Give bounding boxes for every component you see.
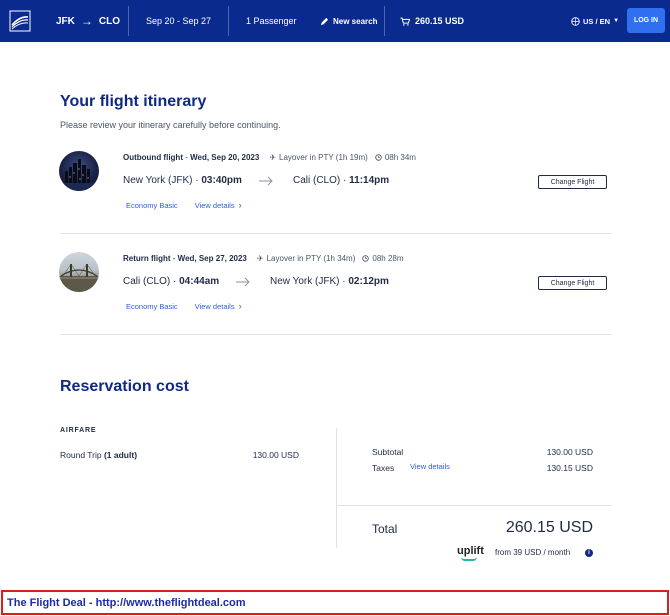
top-navigation-bar: JFK → CLO Sep 20 - Sep 27 1 Passenger Ne… xyxy=(0,0,670,42)
chevron-down-icon: ▼ xyxy=(613,18,620,24)
view-details-link[interactable]: View details › xyxy=(195,200,242,210)
header-divider xyxy=(228,6,229,36)
change-outbound-flight-button[interactable]: Change Flight xyxy=(538,175,607,189)
destination-code: CLO xyxy=(98,15,121,27)
arrow-right-icon xyxy=(259,176,273,186)
airfare-section-label: AIRFARE xyxy=(60,427,97,434)
duration-info: 08h 28m xyxy=(362,254,404,263)
taxes-view-details-link[interactable]: View details xyxy=(410,462,450,471)
flight-deal-banner: The Flight Deal - http://www.theflightde… xyxy=(1,590,669,615)
route-summary[interactable]: JFK → CLO xyxy=(56,0,120,42)
leg-divider xyxy=(60,233,612,234)
return-arrival: New York (JFK) · 02:12pm xyxy=(270,276,389,287)
chevron-right-icon: › xyxy=(238,200,242,210)
itinerary-title: Your flight itinerary xyxy=(60,93,207,110)
leg-date: Wed, Sep 20, 2023 xyxy=(190,153,260,162)
origin-code: JFK xyxy=(56,15,75,27)
reservation-cost-title: Reservation cost xyxy=(60,378,189,395)
outbound-leg-header: Outbound flight - Wed, Sep 20, 2023 ✈ La… xyxy=(123,153,416,162)
cart-icon xyxy=(400,17,410,26)
airline-logo-icon[interactable] xyxy=(9,10,31,32)
total-label: Total xyxy=(372,522,398,536)
plane-icon: ✈ xyxy=(256,254,264,263)
login-button[interactable]: LOG IN xyxy=(627,8,665,33)
header-divider xyxy=(384,6,385,36)
uplift-logo[interactable]: uplift xyxy=(457,545,484,561)
arrow-right-icon xyxy=(236,277,250,287)
cost-column-divider xyxy=(336,428,337,548)
round-trip-label: Round Trip (1 adult) xyxy=(60,450,138,460)
itinerary-subtitle: Please review your itinerary carefully b… xyxy=(60,120,281,130)
leg-date: Wed, Sep 27, 2023 xyxy=(177,254,247,263)
round-trip-price: 130.00 USD xyxy=(252,450,299,460)
cali-bridge-photo xyxy=(59,252,99,292)
outbound-arrival: Cali (CLO) · 11:14pm xyxy=(293,175,390,186)
locale-label: US / EN xyxy=(583,16,611,26)
total-value: 260.15 USD xyxy=(505,519,593,536)
fare-class-link[interactable]: Economy Basic xyxy=(126,201,178,210)
header-divider xyxy=(128,6,129,36)
cart-total[interactable]: 260.15 USD xyxy=(400,0,464,42)
outbound-links: Economy Basic View details › xyxy=(126,200,242,210)
clock-icon xyxy=(362,255,370,262)
fare-class-link[interactable]: Economy Basic xyxy=(126,302,178,311)
passenger-count[interactable]: 1 Passenger xyxy=(246,0,297,42)
subtotal-value: 130.00 USD xyxy=(546,447,593,457)
plane-icon: ✈ xyxy=(269,153,277,162)
new-search-label: New search xyxy=(333,16,378,26)
new-search-button[interactable]: New search xyxy=(320,0,377,42)
uplift-smile-icon xyxy=(461,557,477,561)
chevron-right-icon: › xyxy=(238,301,242,311)
clock-icon xyxy=(375,154,382,161)
uplift-monthly-price: from 39 USD / month xyxy=(495,548,571,557)
pencil-icon xyxy=(320,17,329,25)
change-return-flight-button[interactable]: Change Flight xyxy=(538,276,607,290)
taxes-label: Taxes xyxy=(372,463,395,473)
travel-dates[interactable]: Sep 20 - Sep 27 xyxy=(146,0,211,42)
leg-label: Outbound flight xyxy=(123,153,183,162)
view-details-link[interactable]: View details › xyxy=(195,301,242,311)
subtotal-label: Subtotal xyxy=(372,447,404,457)
info-icon[interactable]: i xyxy=(585,549,593,557)
globe-icon xyxy=(571,16,580,26)
cart-total-value: 260.15 USD xyxy=(415,16,465,26)
layover-info: ✈ Layover in PTY (1h 19m) xyxy=(269,153,368,162)
section-divider xyxy=(60,334,612,335)
duration-info: 08h 34m xyxy=(375,153,416,162)
return-departure: Cali (CLO) · 04:44am xyxy=(123,276,220,287)
locale-selector[interactable]: US / EN ▼ xyxy=(571,0,619,42)
new-york-skyline-photo xyxy=(59,151,99,191)
return-links: Economy Basic View details › xyxy=(126,301,242,311)
layover-info: ✈ Layover in PTY (1h 34m) xyxy=(256,254,356,263)
route-arrow-icon: → xyxy=(80,14,93,28)
return-leg-header: Return flight - Wed, Sep 27, 2023 ✈ Layo… xyxy=(123,254,404,263)
taxes-value: 130.15 USD xyxy=(546,463,593,473)
leg-label: Return flight xyxy=(123,254,171,263)
outbound-departure: New York (JFK) · 03:40pm xyxy=(123,175,242,186)
total-divider xyxy=(336,505,612,506)
